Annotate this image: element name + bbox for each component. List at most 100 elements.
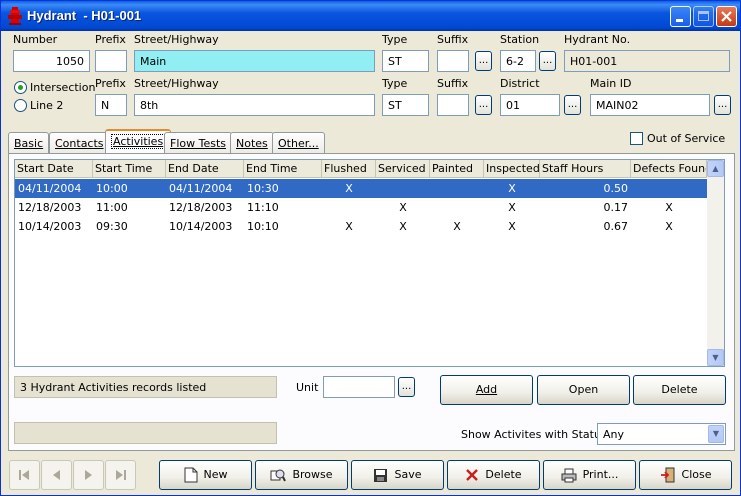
col-defects-found[interactable]: Defects Found	[631, 160, 707, 178]
prev-record-button[interactable]	[41, 460, 72, 490]
browse-button[interactable]: Browse	[255, 460, 348, 490]
prefix-field[interactable]	[95, 50, 127, 72]
next-record-button[interactable]	[73, 460, 104, 490]
delete-activity-button[interactable]: Delete	[633, 375, 726, 405]
col-end-date[interactable]: End Date	[166, 160, 244, 178]
last-record-icon	[116, 470, 126, 480]
table-row[interactable]: 04/11/2004 10:00 04/11/2004 10:30 X X 0.…	[15, 179, 707, 198]
suffix-field[interactable]	[437, 50, 469, 72]
cell-start-time: 09:30	[96, 220, 128, 233]
cell-staff-hours: 0.17	[603, 201, 629, 214]
cell-end-date: 10/14/2003	[169, 220, 233, 233]
cell-painted: X	[453, 220, 461, 233]
tab-flow-tests[interactable]: Flow Tests	[164, 132, 232, 153]
tab-activities[interactable]: Activities	[105, 129, 172, 154]
delete-button[interactable]: Delete	[447, 460, 540, 490]
save-icon	[374, 468, 388, 482]
grid-vertical-scrollbar[interactable]: ▲ ▼	[707, 160, 724, 366]
district-field[interactable]: 01	[500, 94, 560, 116]
scroll-down-icon[interactable]: ▼	[707, 349, 724, 366]
type2-field[interactable]: ST	[382, 94, 429, 116]
close-window-button[interactable]	[716, 6, 737, 27]
station-lookup-button[interactable]: ...	[539, 51, 556, 71]
first-record-button[interactable]	[9, 460, 40, 490]
street-field[interactable]: Main	[134, 50, 375, 72]
col-inspected[interactable]: Inspected	[484, 160, 540, 178]
unit-lookup-button[interactable]: ...	[398, 377, 415, 397]
col-serviced[interactable]: Serviced	[376, 160, 430, 178]
minimize-button[interactable]	[670, 6, 691, 27]
tab-basic[interactable]: Basic	[8, 132, 50, 153]
col-staff-hours[interactable]: Staff Hours	[540, 160, 631, 178]
window-title: Hydrant - H01-001	[27, 8, 142, 23]
open-button[interactable]: Open	[537, 375, 630, 405]
records-status: 3 Hydrant Activities records listed	[14, 376, 277, 398]
prefix-label: Prefix	[95, 33, 126, 46]
suffix2-field[interactable]	[437, 94, 469, 116]
first-record-icon	[19, 470, 29, 480]
type-label: Type	[382, 33, 408, 46]
cell-start-time: 10:00	[96, 182, 128, 195]
cell-inspected: X	[508, 201, 516, 214]
prefix2-field[interactable]: N	[95, 94, 127, 116]
browse-icon	[270, 469, 287, 482]
last-record-button[interactable]	[105, 460, 136, 490]
table-row[interactable]: 10/14/2003 09:30 10/14/2003 10:10 X X X …	[15, 217, 707, 236]
add-button[interactable]: Add	[440, 375, 533, 405]
cell-painted	[430, 179, 484, 198]
show-status-label: Show Activites with Status	[461, 428, 607, 441]
col-end-time[interactable]: End Time	[244, 160, 322, 178]
tab-notes[interactable]: Notes	[230, 132, 274, 153]
tab-contacts[interactable]: Contacts	[49, 132, 110, 153]
new-button[interactable]: New	[159, 460, 252, 490]
col-start-date[interactable]: Start Date	[15, 160, 93, 178]
delete-x-icon	[466, 469, 479, 481]
cell-flushed: X	[345, 182, 353, 195]
main-id-lookup-button[interactable]: ...	[714, 95, 731, 115]
hydrant-no-label: Hydrant No.	[564, 33, 631, 46]
main-id-field[interactable]: MAIN02	[590, 94, 710, 116]
line2-label: Line 2	[30, 99, 64, 112]
tab-other[interactable]: Other...	[272, 132, 325, 153]
maximize-button[interactable]	[693, 6, 714, 27]
cell-defects: X	[665, 201, 673, 214]
status-filter-select[interactable]: Any ▼	[597, 423, 726, 445]
street2-field[interactable]: 8th	[134, 94, 375, 116]
number-field[interactable]: 1050	[13, 50, 90, 72]
grid-header: Start Date Start Time End Date End Time …	[15, 160, 707, 178]
cell-end-time: 10:10	[247, 220, 279, 233]
cell-end-date: 12/18/2003	[169, 201, 233, 214]
cell-end-time: 11:10	[247, 201, 279, 214]
number-label: Number	[13, 33, 58, 46]
prev-record-icon	[53, 470, 60, 480]
close-button[interactable]: Close	[639, 460, 732, 490]
col-flushed[interactable]: Flushed	[322, 160, 376, 178]
table-row[interactable]: 12/18/2003 11:00 12/18/2003 11:10 X X 0.…	[15, 198, 707, 217]
line2-radio[interactable]	[14, 99, 27, 112]
out-of-service-checkbox[interactable]	[630, 132, 643, 145]
save-button[interactable]: Save	[351, 460, 444, 490]
print-button[interactable]: Print...	[543, 460, 636, 490]
main-id-label: Main ID	[590, 77, 632, 90]
out-of-service-label: Out of Service	[647, 132, 726, 145]
activities-grid[interactable]: Start Date Start Time End Date End Time …	[14, 159, 725, 367]
district-lookup-button[interactable]: ...	[564, 95, 581, 115]
chevron-down-icon[interactable]: ▼	[708, 425, 724, 443]
col-start-time[interactable]: Start Time	[93, 160, 166, 178]
type-field[interactable]: ST	[382, 50, 429, 72]
title-bar[interactable]: Hydrant - H01-001	[1, 1, 740, 31]
suffix2-lookup-button[interactable]: ...	[475, 95, 492, 115]
cell-flushed	[322, 198, 376, 217]
suffix-lookup-button[interactable]: ...	[475, 51, 492, 71]
cell-start-date: 12/18/2003	[18, 201, 82, 214]
cell-flushed: X	[345, 220, 353, 233]
district-label: District	[500, 77, 540, 90]
scroll-up-icon[interactable]: ▲	[707, 160, 724, 177]
cell-defects	[631, 179, 707, 198]
station-field[interactable]: 6-2	[500, 50, 536, 72]
col-painted[interactable]: Painted	[430, 160, 484, 178]
intersection-radio[interactable]	[14, 81, 27, 94]
unit-field[interactable]	[323, 376, 395, 398]
close-icon	[721, 11, 732, 22]
cell-painted	[430, 198, 484, 217]
